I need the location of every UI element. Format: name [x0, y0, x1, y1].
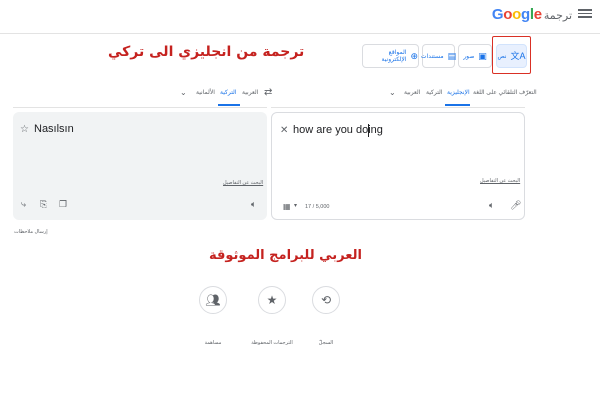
- mode-websites-label: المواقع الإلكترونية: [381, 50, 407, 63]
- people-icon: 👥︎: [205, 293, 221, 307]
- google-translate-logo[interactable]: G o o g l e ترجمة: [492, 6, 572, 23]
- logo-letter: e: [533, 6, 542, 23]
- mode-images-button[interactable]: ▣ صور: [458, 44, 492, 68]
- app-header: G o o g l e ترجمة: [0, 0, 600, 34]
- speaker-icon[interactable]: 🔈︎: [489, 201, 494, 210]
- translated-text: Nasılsın: [34, 123, 74, 135]
- history-label: السجلّ: [318, 340, 334, 346]
- target-tab-arabic[interactable]: العربية: [242, 89, 258, 96]
- swap-languages-icon[interactable]: ⇄: [264, 87, 272, 98]
- star-outline-icon[interactable]: ☆: [20, 125, 29, 135]
- source-details-link[interactable]: البحث عن التفاصيل: [480, 178, 520, 184]
- text-cursor: [368, 124, 369, 137]
- history-button[interactable]: ⟲: [312, 286, 340, 314]
- keyboard-icon[interactable]: ▦: [283, 203, 291, 211]
- source-tabs-divider: [271, 107, 525, 108]
- keyboard-dropdown-icon[interactable]: ▾: [294, 203, 297, 209]
- hamburger-menu-icon[interactable]: [578, 7, 592, 21]
- highlight-box: [492, 36, 531, 74]
- image-icon: ▣: [478, 50, 487, 61]
- target-tab-turkish[interactable]: التركية: [220, 89, 237, 96]
- logo-letter: G: [491, 6, 504, 23]
- contribute-label: مساهمة: [204, 340, 222, 346]
- source-tab-turkish[interactable]: التركية: [426, 89, 443, 96]
- translation-output-panel: ☆ Nasılsın البحث عن التفاصيل ⤷ ⎘ ❐ 🔈︎: [13, 112, 267, 220]
- mode-documents-label: مستندات: [420, 53, 444, 60]
- send-feedback-link[interactable]: إرسال ملاحظات: [14, 229, 48, 235]
- mode-documents-button[interactable]: ▤ مستندات: [420, 44, 457, 68]
- target-details-link[interactable]: البحث عن التفاصيل: [223, 180, 263, 186]
- globe-icon: ⊕: [410, 50, 418, 61]
- target-lang-more-chevron-icon[interactable]: ⌄: [180, 88, 187, 97]
- character-count: 17 / 5,000: [305, 204, 330, 210]
- logo-letter: o: [512, 6, 522, 23]
- star-filled-icon: ★: [266, 293, 278, 307]
- target-tabs-divider: [13, 107, 267, 108]
- source-active-tab-underline: [445, 104, 470, 106]
- document-icon: ▤: [447, 50, 457, 61]
- saved-translations-label: الترجمات المحفوظة: [251, 340, 293, 346]
- product-name: ترجمة: [543, 10, 572, 22]
- target-active-tab-underline: [218, 104, 240, 106]
- logo-letter: g: [521, 6, 530, 23]
- speaker-icon[interactable]: 🔈︎: [251, 200, 256, 209]
- source-tab-detect[interactable]: التعرّف التلقائي على اللغة: [473, 89, 537, 96]
- mode-websites-button[interactable]: ⊕ المواقع الإلكترونية: [362, 44, 419, 68]
- share-icon[interactable]: ⤷: [21, 200, 26, 209]
- logo-letter: o: [503, 6, 513, 23]
- target-tab-german[interactable]: الألمانية: [196, 89, 215, 96]
- source-tab-english[interactable]: الإنجليزية: [447, 89, 470, 96]
- source-tab-arabic[interactable]: العربية: [404, 89, 420, 96]
- copy-icon[interactable]: ❐: [59, 200, 67, 209]
- rate-icon[interactable]: ⎘: [40, 200, 47, 209]
- mode-images-label: صور: [463, 53, 475, 60]
- source-text-input[interactable]: how are you doing: [293, 124, 383, 136]
- source-lang-more-chevron-icon[interactable]: ⌄: [389, 88, 396, 97]
- source-text-panel[interactable]: ✕ how are you doing البحث عن التفاصيل ▦ …: [271, 112, 525, 220]
- microphone-icon[interactable]: 🎤︎: [510, 201, 521, 210]
- annotation-middle: العربي للبرامج الموثوقة: [209, 248, 362, 263]
- close-icon[interactable]: ✕: [280, 126, 288, 136]
- annotation-top: ترجمة من انجليزي الى تركي: [108, 44, 305, 60]
- saved-translations-button[interactable]: ★: [258, 286, 286, 314]
- contribute-button[interactable]: 👥︎: [199, 286, 227, 314]
- history-icon: ⟲: [320, 293, 332, 307]
